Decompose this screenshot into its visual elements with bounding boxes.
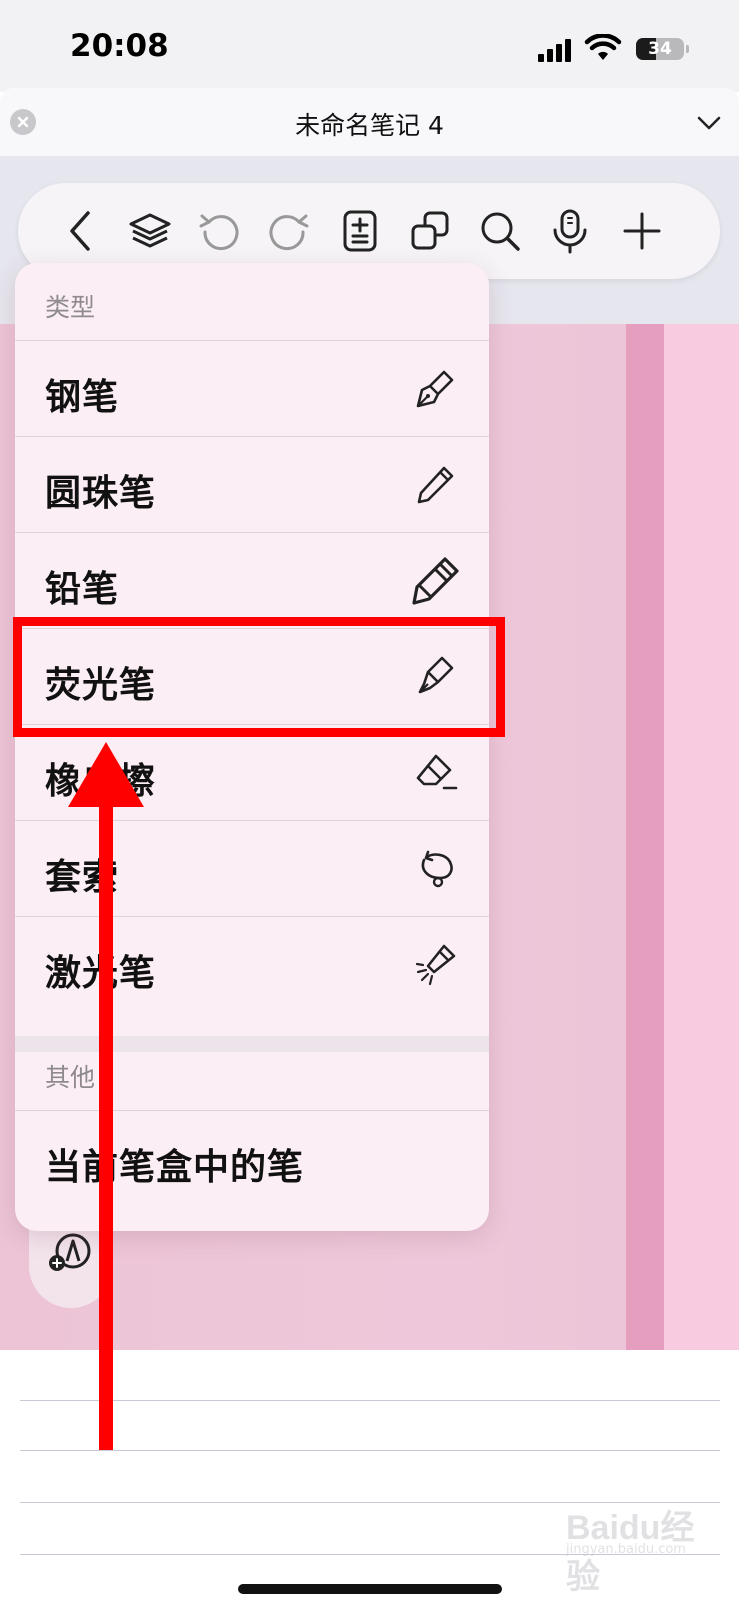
section-title-type: 类型 xyxy=(45,293,96,322)
battery-tip xyxy=(686,45,689,53)
wifi-icon xyxy=(584,34,622,60)
battery-level: 34 xyxy=(648,39,672,59)
menu-item-ballpoint-pen[interactable]: 圆珠笔 xyxy=(15,436,489,532)
page-list-icon xyxy=(343,210,377,252)
menu-item-label: 铅笔 xyxy=(45,569,120,610)
section-title-other: 其他 xyxy=(45,1063,96,1092)
note-title[interactable]: 未命名笔记 4 xyxy=(0,106,739,142)
microphone-icon xyxy=(553,209,587,254)
add-button[interactable] xyxy=(618,207,666,255)
status-icons: 34 xyxy=(538,32,689,68)
layers-button[interactable] xyxy=(126,207,174,255)
home-indicator[interactable] xyxy=(238,1584,502,1594)
pen-add-icon xyxy=(49,1233,91,1271)
watermark: Baidu经验 jingyan.baidu.com xyxy=(566,1500,716,1596)
redo-icon xyxy=(269,214,309,251)
undo-button[interactable] xyxy=(196,207,244,255)
ruled-line xyxy=(20,1450,720,1451)
back-icon xyxy=(70,211,90,251)
canvas-stripe-light xyxy=(664,324,739,1350)
copy-button[interactable] xyxy=(406,207,454,255)
menu-item-fountain-pen[interactable]: 钢笔 xyxy=(15,340,489,436)
battery-icon: 34 xyxy=(636,38,684,60)
watermark-sub: jingyan.baidu.com xyxy=(566,1542,686,1557)
menu-item-label: 当前笔盒中的笔 xyxy=(45,1147,305,1188)
screen: 20:08 34 未命名笔记 4 类型 钢笔 圆珠笔 铅笔 荧光笔 橡皮擦 套索… xyxy=(0,0,739,1600)
add-icon xyxy=(623,212,661,250)
layers-icon xyxy=(129,213,171,248)
undo-icon xyxy=(199,214,239,251)
title-bar: 未命名笔记 4 xyxy=(0,88,739,156)
lasso-icon xyxy=(421,850,453,888)
ruled-line xyxy=(20,1400,720,1401)
menu-separator xyxy=(15,1036,489,1052)
copy-icon xyxy=(411,211,449,250)
status-time: 20:08 xyxy=(70,28,169,64)
status-bar: 20:08 34 xyxy=(0,0,739,92)
menu-item-laser-pointer[interactable]: 激光笔 xyxy=(15,916,489,1012)
redo-button[interactable] xyxy=(264,207,312,255)
microphone-button[interactable] xyxy=(546,207,594,255)
ballpoint-pen-icon xyxy=(417,466,454,504)
menu-item-pencil[interactable]: 铅笔 xyxy=(15,532,489,628)
highlight-box xyxy=(13,617,505,737)
menu-item-label: 圆珠笔 xyxy=(45,473,157,514)
eraser-icon xyxy=(416,754,458,790)
search-button[interactable] xyxy=(476,207,524,255)
menu-item-label: 钢笔 xyxy=(45,377,120,418)
fountain-pen-icon xyxy=(416,370,454,408)
laser-pointer-icon xyxy=(415,944,456,986)
menu-item-lasso[interactable]: 套索 xyxy=(15,820,489,916)
pencil-icon xyxy=(412,557,459,605)
page-list-button[interactable] xyxy=(336,207,384,255)
search-icon xyxy=(481,212,520,251)
menu-item-current-pens[interactable]: 当前笔盒中的笔 xyxy=(15,1110,489,1206)
canvas-stripe xyxy=(626,324,664,1350)
chevron-down-icon[interactable] xyxy=(694,108,724,138)
back-button[interactable] xyxy=(58,207,106,255)
arrow-shaft xyxy=(99,790,113,1450)
